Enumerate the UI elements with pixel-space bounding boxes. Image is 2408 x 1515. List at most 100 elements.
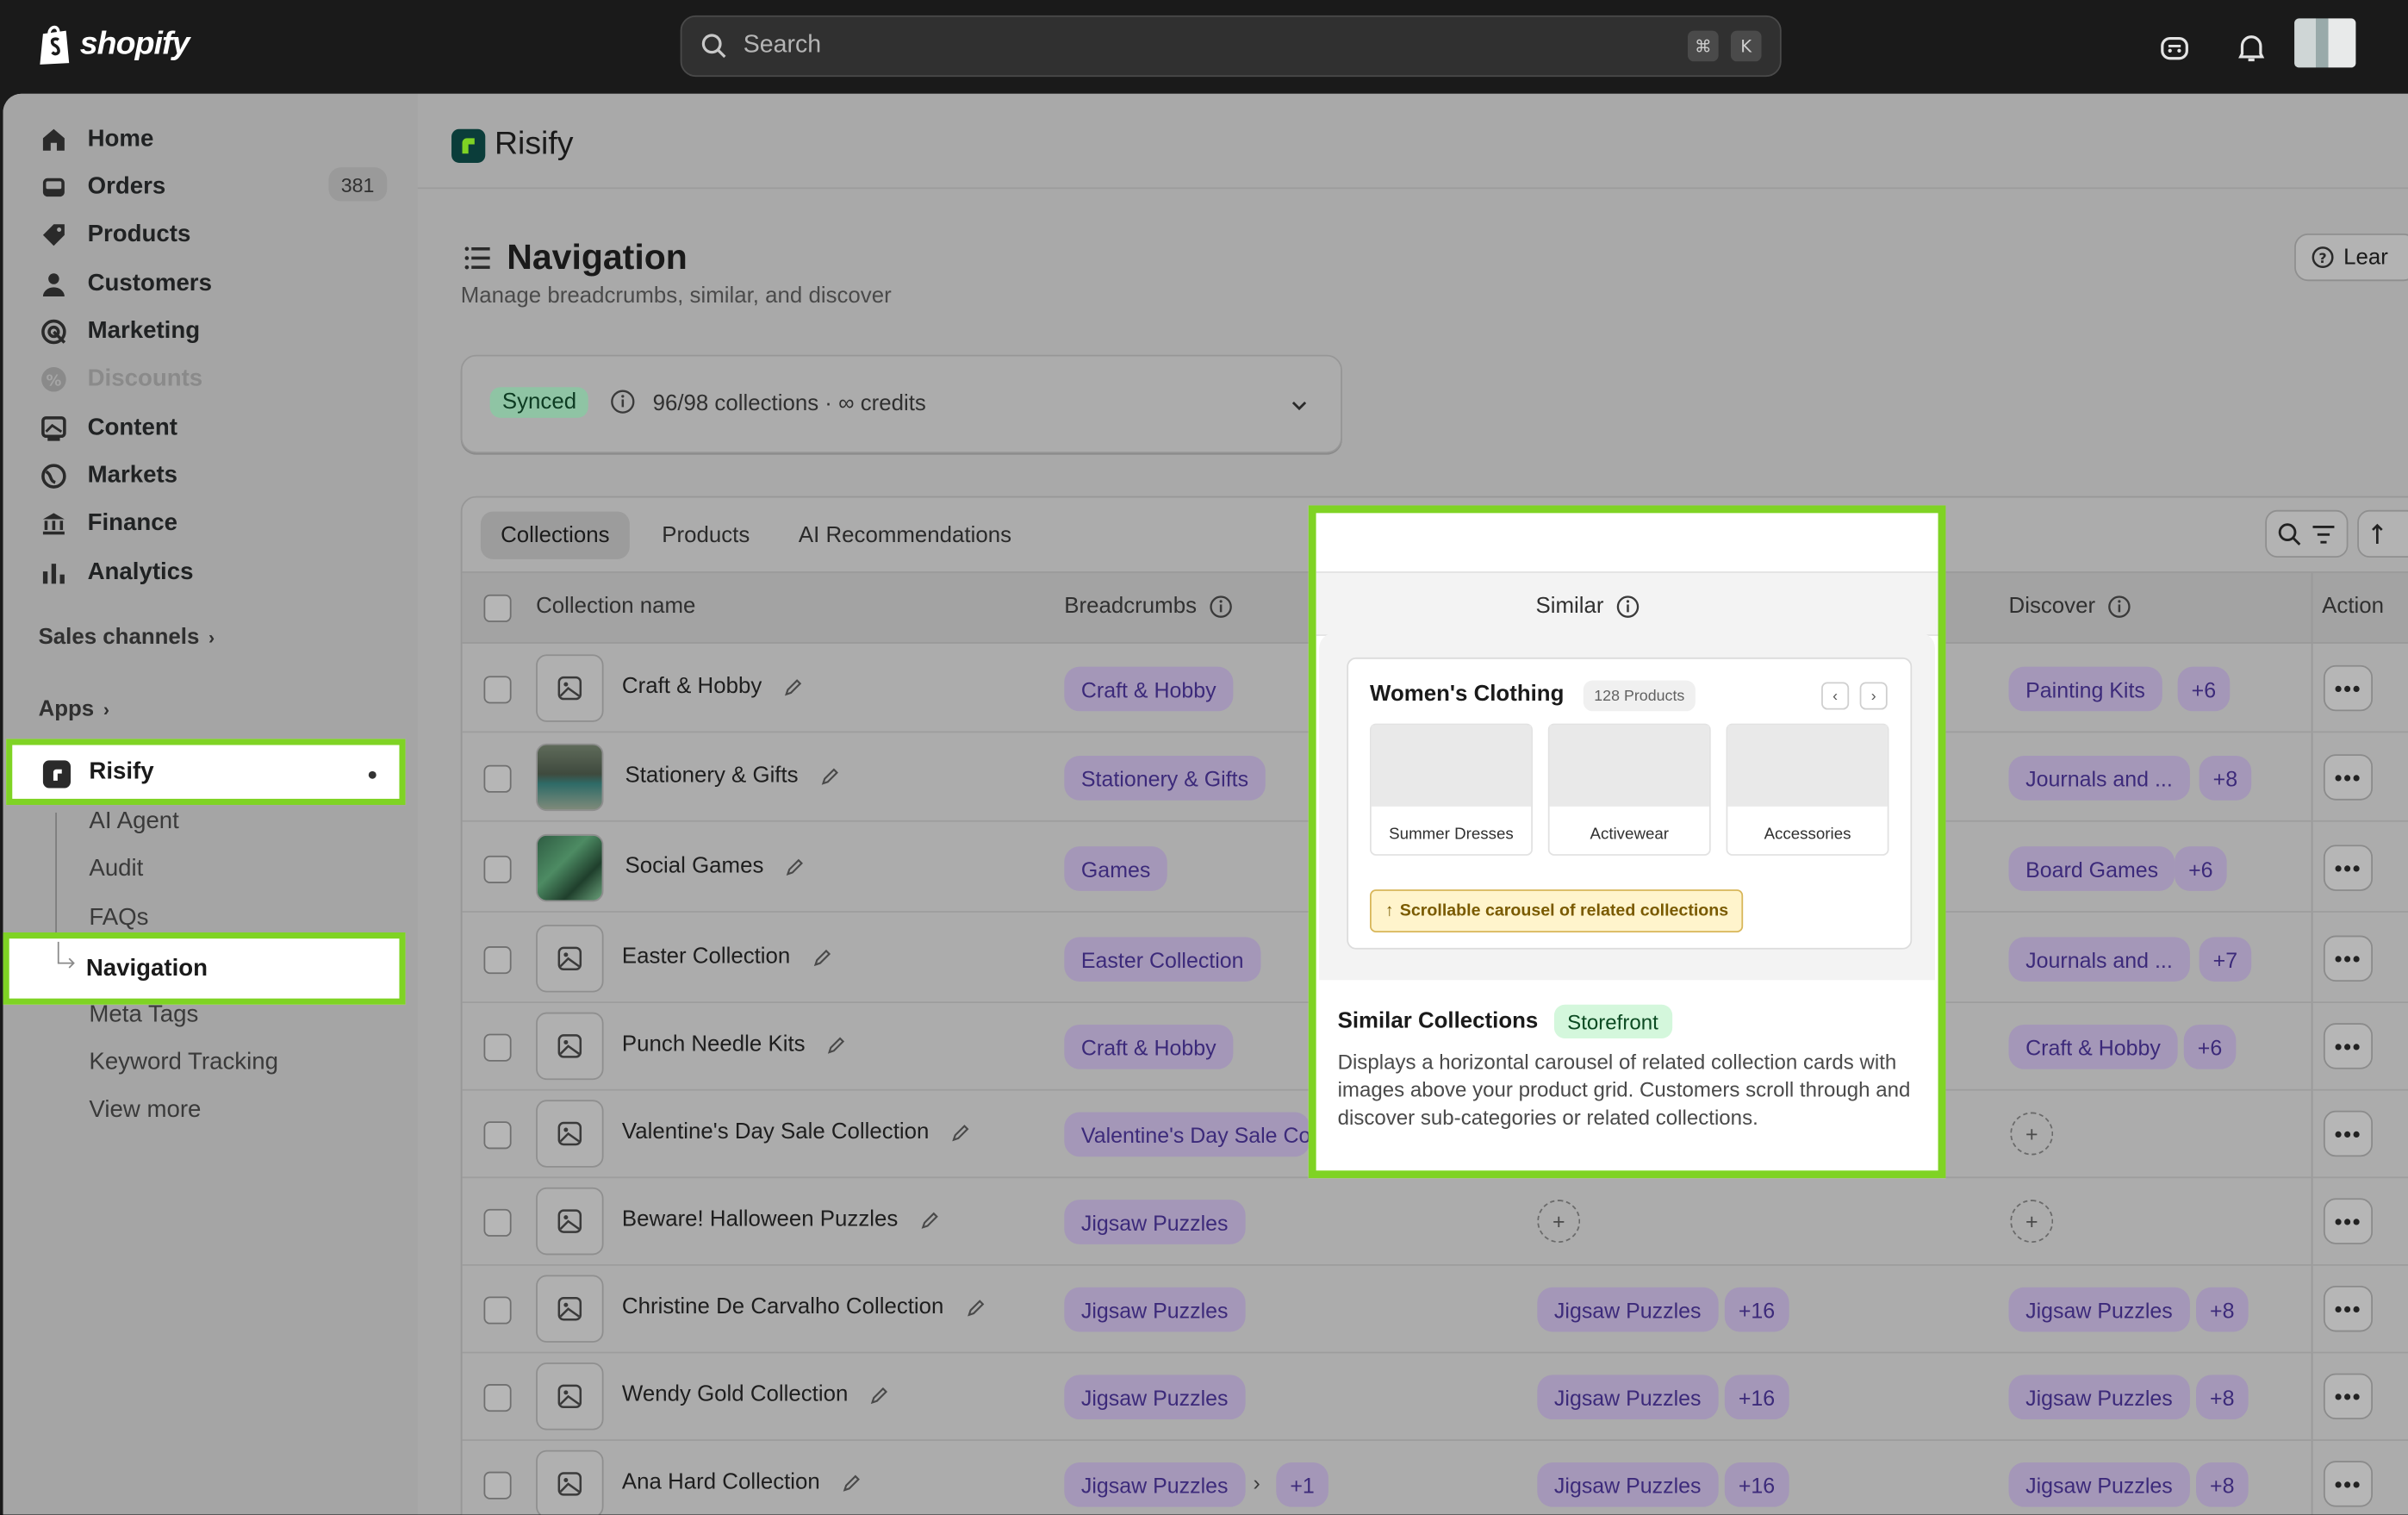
sidebar-item-markets[interactable]: Markets — [40, 455, 177, 498]
row-checkbox[interactable] — [483, 1296, 512, 1325]
sidebar-item-orders[interactable]: Orders — [40, 166, 165, 209]
add-similar-button[interactable]: + — [1537, 1200, 1581, 1244]
breadcrumb-pill[interactable]: Craft & Hobby — [1064, 1024, 1234, 1069]
sidebar-item-risify[interactable]: Risify — [6, 739, 406, 806]
discover-pill[interactable]: Craft & Hobby — [2008, 1024, 2178, 1069]
row-actions-button[interactable]: ••• — [2323, 1198, 2374, 1244]
row-checkbox[interactable] — [483, 946, 512, 975]
row-actions-button[interactable]: ••• — [2323, 1023, 2374, 1069]
breadcrumb-pill[interactable]: Jigsaw Puzzles — [1064, 1200, 1246, 1244]
row-checkbox[interactable] — [483, 764, 512, 793]
pencil-icon[interactable] — [950, 1122, 970, 1142]
row-actions-button[interactable]: ••• — [2323, 754, 2374, 801]
breadcrumb-pill[interactable]: Easter Collection — [1064, 937, 1261, 982]
sidebar-subitem-navigation[interactable]: Navigation — [3, 932, 406, 1005]
learn-more-button[interactable]: ? Lear — [2294, 233, 2408, 282]
row-actions-button[interactable]: ••• — [2323, 1461, 2374, 1507]
breadcrumb-more-chip[interactable]: +1 — [1276, 1462, 1328, 1507]
add-discover-button[interactable]: + — [2010, 1200, 2054, 1244]
row-actions-button[interactable]: ••• — [2323, 664, 2374, 712]
sidebar-subitem-keyword-tracking[interactable]: Keyword Tracking — [89, 1049, 278, 1076]
row-actions-button[interactable]: ••• — [2323, 845, 2374, 891]
sidebar-item-products[interactable]: Products — [40, 214, 190, 257]
row-checkbox[interactable] — [483, 1033, 512, 1062]
row-actions-button[interactable]: ••• — [2323, 1373, 2374, 1420]
similar-pill[interactable]: Jigsaw Puzzles — [1537, 1287, 1719, 1332]
pencil-icon[interactable] — [869, 1385, 889, 1405]
discover-more-chip[interactable]: +8 — [2199, 756, 2252, 801]
sidebar-subitem-meta-tags[interactable]: Meta Tags — [89, 1001, 198, 1029]
row-checkbox[interactable] — [483, 1121, 512, 1150]
pencil-icon[interactable] — [783, 676, 803, 696]
row-checkbox[interactable] — [483, 855, 512, 883]
row-actions-button[interactable]: ••• — [2323, 1285, 2374, 1332]
similar-pill[interactable]: Jigsaw Puzzles — [1537, 1462, 1719, 1507]
row-checkbox[interactable] — [483, 676, 512, 704]
collection-name[interactable]: Christine De Carvalho Collection — [622, 1295, 986, 1319]
discover-more-chip[interactable]: +6 — [2183, 1024, 2237, 1069]
collection-name[interactable]: Craft & Hobby — [622, 675, 803, 699]
bell-icon[interactable] — [2235, 31, 2268, 65]
sidebar-item-customers[interactable]: Customers — [40, 263, 212, 306]
breadcrumb-pill[interactable]: Jigsaw Puzzles — [1064, 1375, 1246, 1420]
row-checkbox[interactable] — [483, 1208, 512, 1237]
collection-name[interactable]: Valentine's Day Sale Collection — [622, 1119, 971, 1144]
similar-more-chip[interactable]: +16 — [1724, 1462, 1789, 1507]
breadcrumb-pill[interactable]: Jigsaw Puzzles — [1064, 1462, 1246, 1507]
collection-name[interactable]: Punch Needle Kits — [622, 1032, 847, 1057]
shopify-logo[interactable]: shopify — [37, 23, 190, 66]
tab-collections[interactable]: Collections — [480, 511, 630, 559]
discover-pill[interactable]: Jigsaw Puzzles — [2008, 1375, 2190, 1420]
pencil-icon[interactable] — [812, 947, 831, 967]
info-icon[interactable] — [610, 389, 636, 415]
sidebar-subitem-ai-agent[interactable]: AI Agent — [89, 808, 178, 836]
similar-more-chip[interactable]: +16 — [1724, 1287, 1789, 1332]
discover-pill[interactable]: Journals and ... — [2008, 937, 2190, 982]
discover-pill[interactable]: Jigsaw Puzzles — [2008, 1462, 2190, 1507]
tab-products[interactable]: Products — [642, 512, 769, 559]
collection-name[interactable]: Easter Collection — [622, 945, 832, 969]
discover-pill[interactable]: Board Games — [2008, 846, 2175, 891]
sidebar-item-home[interactable]: Home — [40, 118, 153, 161]
pencil-icon[interactable] — [785, 857, 805, 876]
breadcrumb-pill[interactable]: Stationery & Gifts — [1064, 756, 1266, 801]
pencil-icon[interactable] — [827, 1035, 847, 1055]
sidebar-subitem-faqs[interactable]: FAQs — [89, 905, 148, 932]
apps-link[interactable]: Apps › — [39, 697, 109, 722]
discover-more-chip[interactable]: +8 — [2196, 1287, 2249, 1332]
collection-name[interactable]: Stationery & Gifts — [625, 764, 840, 788]
search-input[interactable]: Search ⌘ K — [680, 15, 1782, 78]
tab-ai-recommendations[interactable]: AI Recommendations — [779, 512, 1031, 559]
discover-pill[interactable]: Painting Kits — [2008, 666, 2162, 712]
info-icon[interactable] — [1616, 595, 1641, 620]
sidebar-item-content[interactable]: Content — [40, 407, 177, 450]
breadcrumb-pill[interactable]: Jigsaw Puzzles — [1064, 1287, 1246, 1332]
info-icon[interactable] — [2107, 595, 2132, 620]
discover-pill[interactable]: Jigsaw Puzzles — [2008, 1287, 2190, 1332]
add-discover-button[interactable]: + — [2010, 1112, 2054, 1156]
info-icon[interactable] — [1209, 595, 1234, 620]
sidebar-item-marketing[interactable]: Marketing — [40, 310, 200, 353]
sidebar-item-analytics[interactable]: Analytics — [40, 552, 193, 595]
sidebar-subitem-view-more[interactable]: View more — [89, 1097, 201, 1125]
breadcrumb-pill[interactable]: Craft & Hobby — [1064, 666, 1234, 712]
row-actions-button[interactable]: ••• — [2323, 1110, 2374, 1157]
collection-name[interactable]: Beware! Halloween Puzzles — [622, 1207, 940, 1232]
discover-pill[interactable]: Journals and ... — [2008, 756, 2190, 801]
collection-name[interactable]: Ana Hard Collection — [622, 1470, 862, 1494]
row-actions-button[interactable]: ••• — [2323, 935, 2374, 982]
sales-channels-link[interactable]: Sales channels › — [39, 625, 215, 650]
pencil-icon[interactable] — [820, 766, 840, 786]
search-filter-button[interactable] — [2265, 509, 2349, 558]
sync-status-card[interactable]: Synced 96/98 collections · ∞ credits — [460, 354, 1342, 453]
discover-more-chip[interactable]: +8 — [2196, 1375, 2249, 1420]
chevron-down-icon[interactable] — [1289, 395, 1310, 416]
discover-more-chip[interactable]: +6 — [2177, 666, 2231, 712]
discover-more-chip[interactable]: +8 — [2196, 1462, 2249, 1507]
discover-more-chip[interactable]: +6 — [2175, 846, 2227, 891]
breadcrumb-pill[interactable]: Games — [1064, 846, 1167, 891]
row-checkbox[interactable] — [483, 1471, 512, 1499]
collection-name[interactable]: Social Games — [625, 854, 805, 879]
sidebar-subitem-audit[interactable]: Audit — [89, 856, 143, 883]
avatar[interactable] — [2294, 18, 2356, 68]
